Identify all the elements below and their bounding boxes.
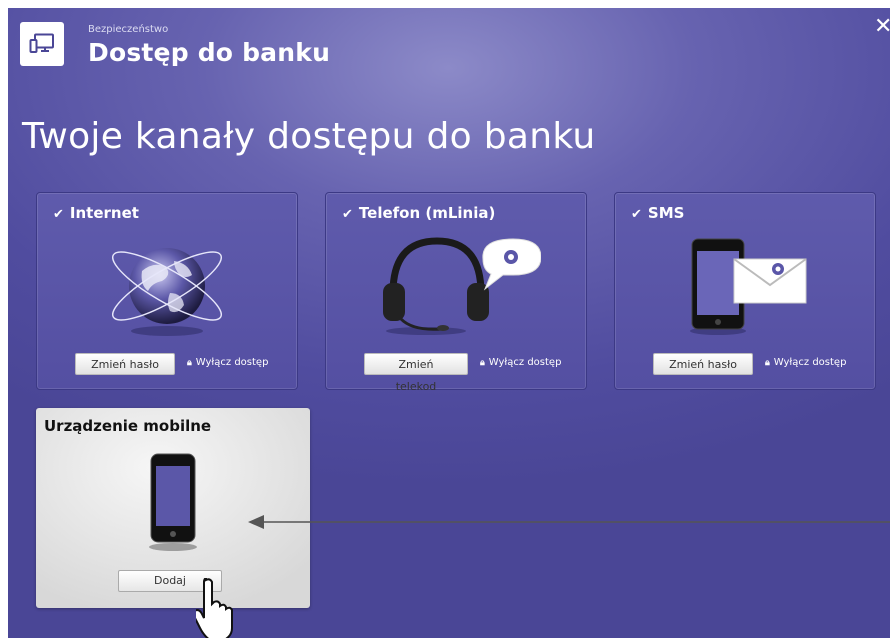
disable-access-link[interactable]: 🔒︎ Wyłącz dostęp [480, 357, 561, 368]
checkmark-icon: ✔ [53, 207, 64, 222]
card-title-label: Telefon (mLinia) [358, 204, 496, 222]
checkmark-icon: ✔ [631, 207, 642, 222]
change-password-button[interactable]: Zmień hasło [75, 353, 175, 375]
hand-cursor-icon [196, 578, 233, 638]
lock-icon: 🔒︎ [480, 358, 485, 368]
page-header-title: Dostęp do banku [88, 38, 331, 67]
card-title-label: Internet [69, 204, 139, 222]
disable-access-link[interactable]: 🔒︎ Wyłącz dostęp [765, 357, 846, 368]
smartphone-icon [143, 452, 203, 556]
channel-card-phone: ✔ Telefon (mLinia) Zmień telekod 🔒︎ Wyłącz… [325, 192, 587, 393]
lock-icon: 🔒︎ [765, 358, 770, 368]
page-title: Twoje kanały dostępu do banku [22, 116, 596, 157]
disable-access-label: Wyłącz dostęp [773, 357, 847, 368]
breadcrumb: Bezpieczeństwo [88, 24, 169, 35]
app-window: Bezpieczeństwo Dostęp do banku ✕ Twoje k… [8, 8, 890, 638]
arrow-left-icon [248, 515, 890, 529]
phone-envelope-icon [615, 231, 875, 341]
disable-access-label: Wyłącz dostęp [195, 357, 269, 368]
disable-access-label: Wyłącz dostęp [488, 357, 562, 368]
card-title: ✔ SMS [631, 204, 684, 222]
mobile-device-card: Urządzenie mobilne Dodaj [36, 408, 310, 608]
disable-access-link[interactable]: 🔒︎ Wyłącz dostęp [187, 357, 268, 368]
checkmark-icon: ✔ [342, 207, 353, 222]
card-title: ✔ Telefon (mLinia) [342, 204, 495, 222]
card-title-label: SMS [647, 204, 685, 222]
lock-icon: 🔒︎ [187, 358, 192, 368]
card-title: ✔ Internet [53, 204, 139, 222]
headset-icon [326, 231, 586, 341]
channel-card-sms: ✔ SMS Zmień hasło 🔒︎ Wyłącz dostęp [614, 192, 876, 390]
change-password-button[interactable]: Zmień hasło [653, 353, 753, 375]
channel-card-internet: ✔ Internet Zmień hasło 🔒︎ Wyłącz dostęp [36, 192, 298, 390]
globe-icon [37, 231, 297, 341]
close-icon[interactable]: ✕ [874, 14, 890, 39]
monitor-icon [20, 22, 64, 66]
mobile-card-title: Urządzenie mobilne [44, 417, 212, 435]
change-telecode-button[interactable]: Zmień telekod [364, 353, 468, 393]
